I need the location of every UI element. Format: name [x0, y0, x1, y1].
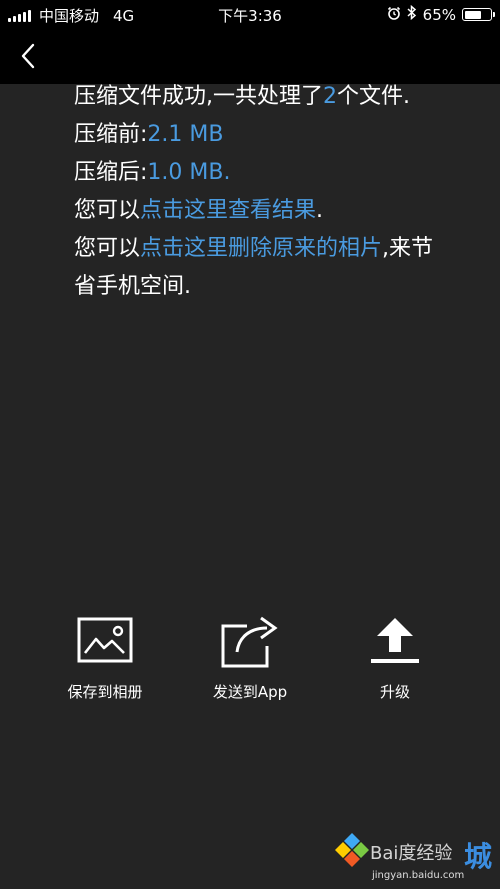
size-after: 压缩后:1.0 MB. — [74, 154, 444, 192]
watermark-text: Bai度经验 — [370, 843, 453, 864]
view-suffix: . — [316, 198, 324, 223]
back-button[interactable] — [8, 36, 48, 76]
windows-logo-icon — [335, 833, 369, 867]
status-bar: 中国移动 4G 下午3:36 65% — [0, 0, 500, 28]
watermark: Bai度经验 城 jingyan.baidu.com — [334, 825, 494, 885]
action-bar: 保存到相册 发送到App 升级 — [0, 610, 500, 730]
send-to-app-label: 发送到App — [212, 683, 288, 701]
upgrade-label: 升级 — [379, 683, 410, 701]
battery-percent: 65% — [422, 5, 456, 24]
send-to-app-button[interactable]: 发送到App — [190, 610, 310, 702]
share-icon — [215, 610, 285, 670]
alarm-icon — [387, 6, 401, 24]
back-chevron-icon — [21, 43, 35, 69]
after-value: 1.0 MB. — [147, 160, 231, 185]
result-message: 压缩文件成功,一共处理了2个文件. 压缩前:2.1 MB 压缩后:1.0 MB.… — [74, 78, 444, 306]
battery-icon — [462, 8, 495, 21]
watermark-logo-char: 城 — [463, 840, 492, 873]
before-label: 压缩前: — [74, 122, 148, 147]
summary-text: 压缩文件成功,一共处理了 — [74, 84, 323, 109]
after-label: 压缩后: — [74, 160, 148, 185]
size-before: 压缩前:2.1 MB — [74, 116, 444, 154]
save-to-album-label: 保存到相册 — [67, 683, 143, 701]
save-to-album-button[interactable]: 保存到相册 — [45, 610, 165, 702]
upload-icon — [360, 610, 430, 670]
image-icon — [70, 610, 140, 670]
battery-level — [464, 10, 481, 19]
view-prefix: 您可以 — [74, 198, 141, 223]
result-summary: 压缩文件成功,一共处理了2个文件. — [74, 78, 444, 116]
delete-originals-line: 您可以点击这里删除原来的相片,来节省手机空间. — [74, 230, 444, 306]
view-result-line: 您可以点击这里查看结果. — [74, 192, 444, 230]
status-right: 65% — [387, 4, 495, 24]
nav-bar — [0, 28, 500, 84]
delete-prefix: 您可以 — [74, 236, 141, 261]
bluetooth-icon — [407, 4, 417, 24]
upgrade-button[interactable]: 升级 — [335, 610, 455, 702]
screen: 中国移动 4G 下午3:36 65% 压缩文件成功,一共处理了2个文件. 压缩前… — [0, 0, 500, 889]
processed-count: 2 — [323, 84, 337, 109]
delete-originals-link[interactable]: 点击这里删除原来的相片 — [140, 236, 382, 261]
summary-suffix: 个文件. — [337, 84, 410, 109]
watermark-url: jingyan.baidu.com — [372, 870, 465, 881]
before-value: 2.1 MB — [147, 122, 224, 147]
view-result-link[interactable]: 点击这里查看结果 — [140, 198, 316, 223]
